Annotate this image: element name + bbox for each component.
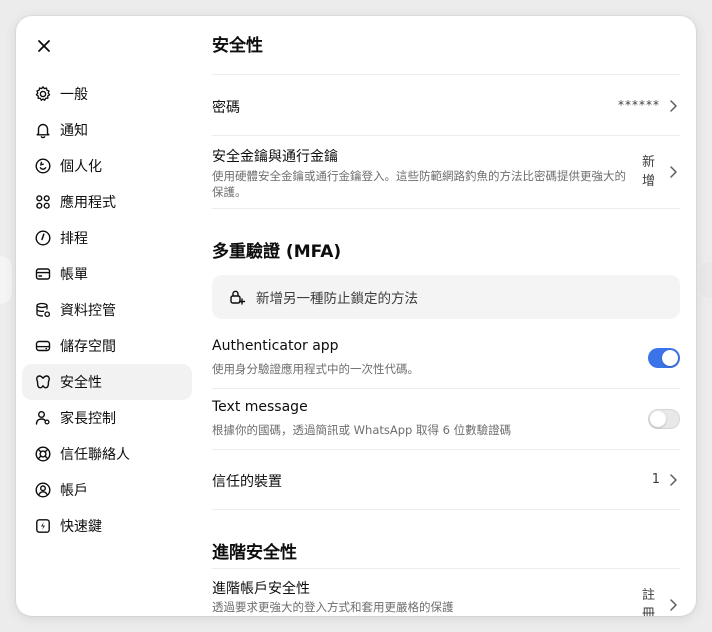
settings-sidebar: 一般 通知 個人化 應用程式 排程 帳單 資料控管 儲存空間 安全性 家長控制 … bbox=[22, 76, 192, 544]
trusted-devices-count: 1 bbox=[651, 472, 660, 487]
sidebar-item-label: 通知 bbox=[60, 123, 88, 139]
add-mfa-method-button[interactable]: 新增另一種防止鎖定的方法 bbox=[212, 275, 680, 319]
sidebar-item-label: 排程 bbox=[60, 231, 88, 247]
sidebar-item-label: 信任聯絡人 bbox=[60, 447, 130, 463]
advanced-account-description: 透過要求更強大的登入方式和套用更嚴格的保護 bbox=[212, 600, 454, 614]
text-message-description: 根據你的國碼，透過簡訊或 WhatsApp 取得 6 位數驗證碼 bbox=[212, 423, 512, 437]
security-panel: 安全性 密碼 ****** 安全金鑰與通行金鑰 使用硬體安全金鑰或通行金鑰登入。… bbox=[212, 16, 680, 616]
passkeys-description: 使用硬體安全金鑰或通行金鑰登入。這些防範網路釣魚的方法比密碼提供更強大的保護。 bbox=[212, 169, 626, 199]
divider bbox=[212, 208, 680, 209]
sidebar-item-label: 個人化 bbox=[60, 159, 102, 175]
page-title: 安全性 bbox=[212, 36, 263, 56]
gear-icon bbox=[34, 85, 52, 103]
sidebar-item-label: 一般 bbox=[60, 87, 88, 103]
sidebar-item-general[interactable]: 一般 bbox=[22, 76, 192, 112]
personalize-icon bbox=[34, 157, 52, 175]
sidebar-item-notifications[interactable]: 通知 bbox=[22, 112, 192, 148]
sidebar-item-label: 家長控制 bbox=[60, 411, 116, 427]
password-row[interactable]: 密碼 ****** bbox=[212, 76, 680, 134]
close-icon bbox=[38, 40, 50, 52]
password-label: 密碼 bbox=[212, 100, 240, 116]
divider bbox=[212, 509, 680, 510]
divider bbox=[212, 74, 680, 75]
mfa-section-title: 多重驗證 (MFA) bbox=[212, 242, 342, 262]
sidebar-item-billing[interactable]: 帳單 bbox=[22, 256, 192, 292]
sidebar-item-shortcuts[interactable]: 快速鍵 bbox=[22, 508, 192, 544]
sidebar-item-apps[interactable]: 應用程式 bbox=[22, 184, 192, 220]
text-message-row: Text message 根據你的國碼，透過簡訊或 WhatsApp 取得 6 … bbox=[212, 390, 680, 448]
account-icon bbox=[34, 481, 52, 499]
text-message-toggle[interactable] bbox=[648, 409, 680, 429]
chevron-right-icon bbox=[670, 100, 677, 112]
database-icon bbox=[34, 301, 52, 319]
sidebar-item-schedule[interactable]: 排程 bbox=[22, 220, 192, 256]
chevron-right-icon bbox=[670, 474, 677, 486]
sidebar-item-storage[interactable]: 儲存空間 bbox=[22, 328, 192, 364]
bell-icon bbox=[34, 121, 52, 139]
background-edge-left bbox=[0, 256, 12, 304]
authenticator-label: Authenticator app bbox=[212, 338, 339, 354]
sidebar-item-label: 帳戶 bbox=[60, 483, 88, 499]
sidebar-item-parental-controls[interactable]: 家長控制 bbox=[22, 400, 192, 436]
sidebar-item-personalization[interactable]: 個人化 bbox=[22, 148, 192, 184]
add-mfa-method-label: 新增另一種防止鎖定的方法 bbox=[256, 291, 418, 307]
sidebar-item-label: 安全性 bbox=[60, 375, 102, 391]
sidebar-item-trusted-contacts[interactable]: 信任聯絡人 bbox=[22, 436, 192, 472]
trusted-devices-row[interactable]: 信任的裝置 1 bbox=[212, 450, 680, 508]
chevron-right-icon bbox=[670, 166, 677, 178]
authenticator-toggle[interactable] bbox=[648, 348, 680, 368]
advanced-account-label: 進階帳戶安全性 bbox=[212, 581, 310, 597]
family-icon bbox=[34, 409, 52, 427]
shortcut-icon bbox=[34, 517, 52, 535]
sidebar-item-label: 應用程式 bbox=[60, 195, 116, 211]
sidebar-item-label: 快速鍵 bbox=[60, 519, 102, 535]
background-edge-right bbox=[700, 262, 712, 298]
enroll-button[interactable]: 註冊 bbox=[642, 586, 658, 616]
advanced-section-title: 進階安全性 bbox=[212, 543, 297, 563]
card-icon bbox=[34, 265, 52, 283]
apps-grid-icon bbox=[34, 193, 52, 211]
storage-icon bbox=[34, 337, 52, 355]
lock-add-icon bbox=[230, 290, 246, 305]
close-button[interactable] bbox=[30, 32, 58, 60]
sidebar-item-label: 儲存空間 bbox=[60, 339, 116, 355]
sidebar-item-label: 帳單 bbox=[60, 267, 88, 283]
passkeys-row[interactable]: 安全金鑰與通行金鑰 使用硬體安全金鑰或通行金鑰登入。這些防範網路釣魚的方法比密碼… bbox=[212, 136, 680, 208]
chevron-right-icon bbox=[670, 599, 677, 611]
add-passkey-button[interactable]: 新增 bbox=[642, 153, 658, 191]
sidebar-item-label: 資料控管 bbox=[60, 303, 116, 319]
sidebar-item-security[interactable]: 安全性 bbox=[22, 364, 192, 400]
toggle-knob bbox=[650, 411, 666, 427]
sidebar-item-account[interactable]: 帳戶 bbox=[22, 472, 192, 508]
toggle-knob bbox=[662, 350, 678, 366]
divider bbox=[212, 388, 680, 389]
passkeys-label: 安全金鑰與通行金鑰 bbox=[212, 149, 338, 165]
authenticator-row: Authenticator app 使用身分驗證應用程式中的一次性代碼。 bbox=[212, 330, 680, 388]
authenticator-description: 使用身分驗證應用程式中的一次性代碼。 bbox=[212, 362, 419, 376]
settings-dialog: 一般 通知 個人化 應用程式 排程 帳單 資料控管 儲存空間 安全性 家長控制 … bbox=[16, 16, 696, 616]
password-value: ****** bbox=[618, 98, 660, 112]
trusted-devices-label: 信任的裝置 bbox=[212, 474, 282, 490]
text-message-label: Text message bbox=[212, 399, 308, 415]
clock-icon bbox=[34, 229, 52, 247]
advanced-account-security-row[interactable]: 進階帳戶安全性 透過要求更強大的登入方式和套用更嚴格的保護 註冊 bbox=[212, 569, 680, 616]
lifebuoy-icon bbox=[34, 445, 52, 463]
sidebar-item-data-controls[interactable]: 資料控管 bbox=[22, 292, 192, 328]
security-icon bbox=[34, 373, 52, 391]
